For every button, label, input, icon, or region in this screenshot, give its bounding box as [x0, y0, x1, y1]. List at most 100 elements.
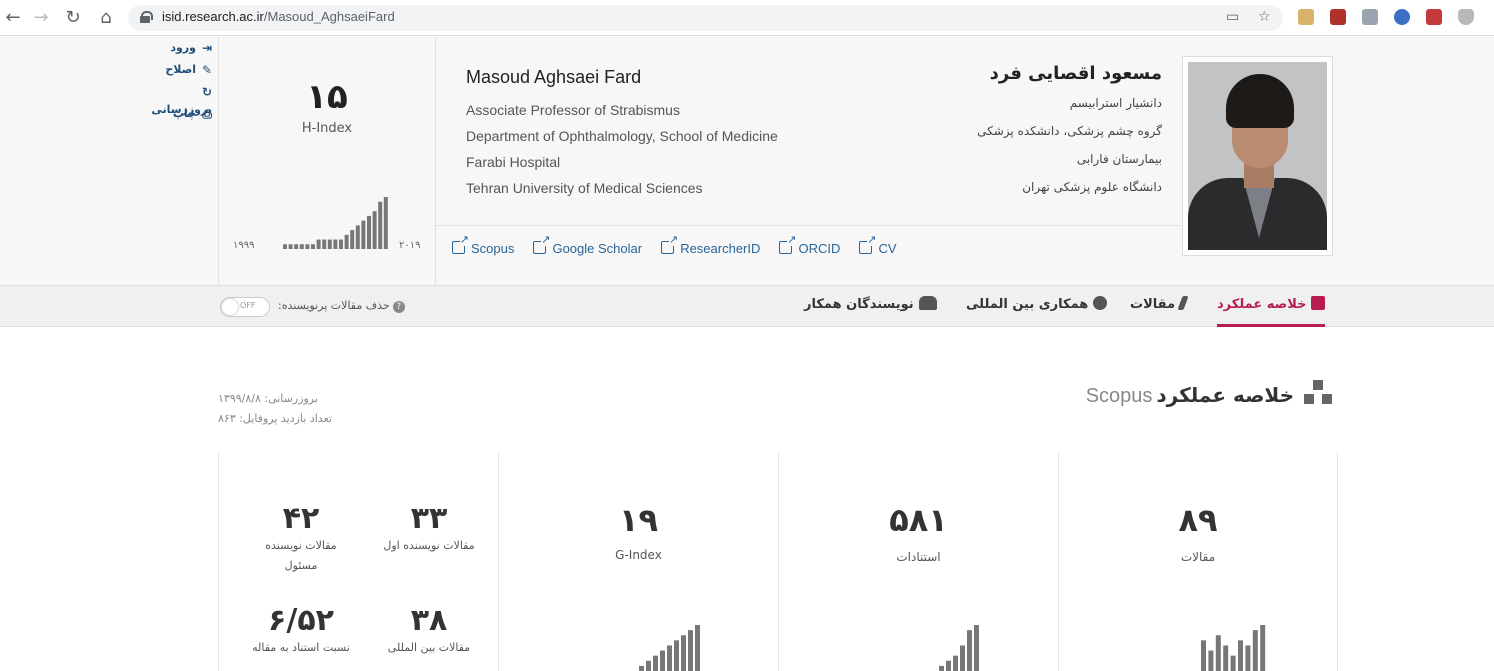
articles-stat: ۸۹ مقالات: [1058, 453, 1338, 671]
citations-bar: [967, 630, 972, 671]
scopus-link[interactable]: Scopus: [452, 235, 514, 256]
sparkline-start-year: ۱۹۹۹: [233, 240, 255, 251]
external-link-icon: [452, 235, 469, 254]
sparkline-bar: [305, 244, 310, 249]
citations-label: استنادات: [896, 550, 941, 564]
external-link-icon: [859, 235, 877, 254]
extension-icon[interactable]: [1298, 9, 1314, 25]
sparkline-bar: [344, 234, 349, 249]
articles-bar: [1260, 625, 1266, 671]
gindex-bar: [688, 630, 693, 671]
hindex-value: ۱۵: [306, 77, 348, 117]
gindex-bar: [674, 640, 679, 671]
back-icon[interactable]: ←: [2, 7, 24, 29]
sparkline-bar: [350, 230, 355, 249]
hindex-sparkline: [283, 197, 388, 249]
sparkline-bar: [372, 211, 377, 249]
forward-icon[interactable]: →: [30, 7, 52, 29]
extension-icon[interactable]: [1426, 9, 1442, 25]
external-link-icon: [661, 235, 679, 254]
browser-toolbar: ← → ↻ ⌂ isid.research.ac.ir/Masoud_Aghsa…: [0, 0, 1494, 36]
sparkline-bar: [288, 244, 293, 249]
gindex-bar: [639, 665, 644, 671]
hospital-english: Farabi Hospital: [466, 154, 561, 170]
articles-bar: [1230, 655, 1236, 671]
profile-persian: مسعود اقصایی فرد دانشیار استرابیسم گروه …: [977, 63, 1162, 208]
address-bar[interactable]: isid.research.ac.ir/Masoud_AghsaeiFard ▭…: [128, 5, 1283, 31]
gindex-bar: [667, 645, 672, 671]
extension-icon[interactable]: [1362, 9, 1378, 25]
star-icon[interactable]: ☆: [1258, 9, 1271, 25]
pencil-icon: [1177, 296, 1189, 310]
pdf-extension-icon[interactable]: [1330, 9, 1346, 25]
articles-bar: [1215, 635, 1221, 671]
gindex-value: ۱۹: [618, 501, 659, 539]
sparkline-bar: [339, 239, 343, 249]
shield-icon[interactable]: [1458, 9, 1474, 25]
tab-bar: خلاصه عملکرد مقالات همکاری بین المللی نو…: [0, 285, 1494, 327]
first-author-stat: ۳۳ مقالات نویسنده اول: [383, 501, 475, 552]
tab-coauthors[interactable]: نویسندگان همکار: [804, 296, 937, 312]
sparkline-bar: [361, 220, 366, 249]
sparkline-bar: [333, 239, 338, 249]
stats-mini-grid: ۳۳ مقالات نویسنده اول ۴۲ مقالات نویسنده …: [218, 453, 498, 671]
external-link-icon: [779, 235, 797, 254]
prolific-author-toggle[interactable]: OFF: [220, 297, 270, 317]
url-path: /Masoud_AghsaeiFard: [263, 9, 395, 24]
researcherid-link[interactable]: ResearcherID: [661, 235, 760, 256]
reload-icon[interactable]: ↻: [62, 7, 84, 29]
home-icon[interactable]: ⌂: [95, 7, 117, 29]
sparkline-bar: [355, 225, 360, 249]
action-links: ⇥ورود ✎اصلاح ↻بروزرسانی ⎙چاپ: [140, 39, 212, 127]
title-persian: دانشیار استرابیسم: [1069, 96, 1162, 110]
department-persian: گروه چشم پزشکی، دانشکده پزشکی: [977, 124, 1162, 138]
tab-international-collaboration[interactable]: همکاری بین المللی: [966, 296, 1108, 312]
articles-bar-chart: [1201, 625, 1266, 671]
last-updated: بروزرسانی: ۱۳۹۹/۸/۸: [218, 392, 318, 405]
refresh-icon: ↻: [201, 85, 212, 99]
tab-articles[interactable]: مقالات: [1130, 296, 1189, 312]
hospital-persian: بیمارستان فارابی: [1076, 152, 1162, 166]
citations-bar: [946, 660, 951, 671]
title-english: Associate Professor of Strabismus: [466, 102, 680, 118]
cv-link[interactable]: CV: [859, 235, 897, 256]
sparkline-bar: [283, 244, 287, 249]
gindex-stat: ۱۹ G-Index: [498, 453, 778, 671]
gindex-bar: [681, 635, 686, 671]
international-articles-stat: ۳۸ مقالات بین المللی: [387, 603, 471, 654]
profile-photo: [1182, 56, 1333, 256]
citations-bar: [939, 665, 944, 671]
external-links: Scopus Google Scholar ResearcherID ORCID…: [452, 235, 911, 257]
articles-bar: [1223, 645, 1229, 671]
citations-bar: [960, 645, 965, 671]
login-link[interactable]: ⇥ورود: [140, 39, 212, 61]
orcid-link[interactable]: ORCID: [779, 235, 840, 256]
scholar-extension-icon[interactable]: [1394, 9, 1410, 25]
sparkline-bar: [378, 201, 383, 249]
edit-link[interactable]: ✎اصلاح: [140, 61, 212, 83]
gindex-bar: [695, 625, 700, 671]
citations-bar: [974, 625, 979, 671]
sparkline-bar: [294, 244, 299, 249]
articles-bar: [1252, 630, 1258, 671]
gindex-bar-chart: [639, 625, 700, 671]
users-icon: [918, 296, 937, 310]
update-link[interactable]: ↻بروزرسانی: [140, 83, 212, 116]
articles-bar: [1201, 640, 1206, 671]
summary-title: خلاصه عملکردScopus: [1086, 378, 1336, 408]
gindex-bar: [660, 650, 665, 671]
divider: [436, 225, 1180, 226]
profile-views: تعداد بازدید پروفایل: ۸۶۳: [218, 412, 332, 425]
cast-icon[interactable]: ▭: [1226, 9, 1239, 25]
citations-value: ۵۸۱: [889, 501, 948, 539]
lock-icon: [140, 11, 153, 23]
url-host: isid.research.ac.ir: [162, 9, 264, 24]
name-persian: مسعود اقصایی فرد: [989, 63, 1162, 84]
google-scholar-link[interactable]: Google Scholar: [533, 235, 642, 256]
citations-stat: ۵۸۱ استنادات: [778, 453, 1058, 671]
tab-performance-summary[interactable]: خلاصه عملکرد: [1217, 296, 1326, 327]
sparkline-bar: [311, 244, 315, 249]
cubes-icon: [1311, 296, 1326, 310]
gindex-bar: [653, 655, 658, 671]
help-icon[interactable]: ?: [392, 301, 405, 313]
